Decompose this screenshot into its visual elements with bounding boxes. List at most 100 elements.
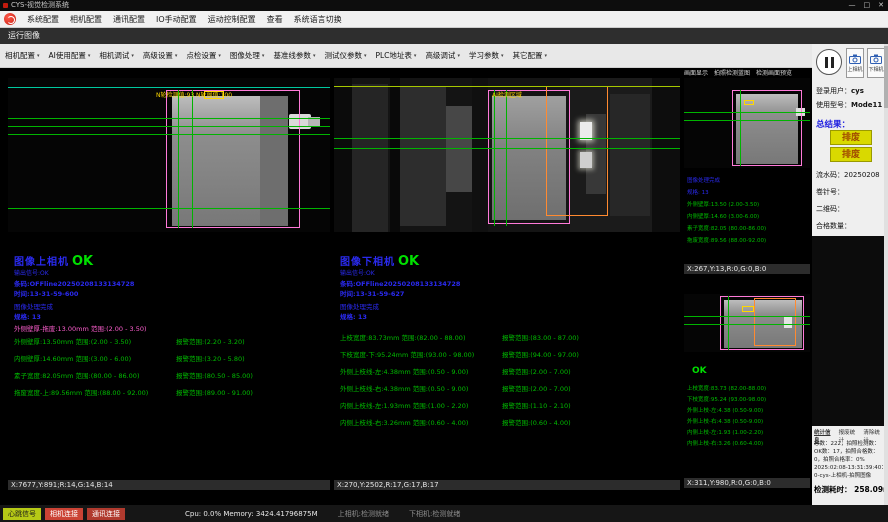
machine-structure — [652, 78, 680, 232]
toolbar-item[interactable]: 学习参数 — [469, 50, 504, 61]
result-header: 图像下相机OK — [340, 250, 419, 269]
heartbeat-badge: 心跳信号 — [3, 508, 41, 520]
machine-structure — [390, 78, 400, 232]
serial-label: 流水码： — [816, 171, 844, 179]
maximize-button[interactable]: □ — [864, 0, 871, 11]
toolbar-item[interactable]: 其它配置 — [512, 50, 547, 61]
scrollbar-thumb[interactable] — [884, 46, 888, 108]
close-button[interactable]: ✕ — [878, 0, 884, 11]
machine-structure — [610, 94, 650, 216]
result-status: OK — [398, 254, 419, 269]
mini-result-line: 内侧上枝-右:3.26 (0.60-4.00) — [687, 439, 763, 447]
upper-camera-status: 上相机:检测就绪 — [338, 509, 389, 519]
menu-item[interactable]: 系统配置 — [27, 14, 59, 25]
measurement-value: 内侧上枝线-左:1.93mm 范围:(1.00 - 2.20) — [340, 402, 468, 410]
lower-camera-status: 下相机:检测就绪 — [409, 509, 460, 519]
camera-button-label: 上相机 — [847, 66, 862, 73]
alarm-range: 报警范围:(3.20 - 5.80) — [176, 353, 245, 363]
alarm-range: 报警范围:(80.50 - 85.00) — [176, 370, 253, 380]
stat-line: OK数：17，拍照合格数： — [814, 447, 878, 455]
toolbar-item[interactable]: 基准线参数 — [273, 50, 315, 61]
pause-icon — [825, 57, 828, 68]
camera-view-lower[interactable]: AI检测区域 — [334, 78, 680, 232]
toolbar-item[interactable]: AI使用配置 — [49, 50, 91, 61]
toolbar-item[interactable]: 高级调试 — [425, 50, 460, 61]
run-image-tab[interactable]: 运行图像 — [0, 28, 888, 44]
toolbar-item[interactable]: 点检设置 — [186, 50, 221, 61]
upper-camera-button[interactable]: 上相机 — [846, 48, 864, 78]
cpu-memory-readout: Cpu: 0.0% Memory: 3424.41796875M — [185, 510, 318, 518]
view-tab[interactable]: 检测画面预览 — [756, 68, 792, 77]
qty-row: 合格数量： — [816, 221, 851, 231]
app-logo-icon — [4, 13, 16, 25]
mini-top-panel: 图像处理完成 规格: 13 外侧壁厚:13.50 (2.00-3.50) 内侧壁… — [684, 78, 810, 276]
lower-camera-panel: AI检测区域 图像下相机OK 输出信号:OK 条码:OFFline2025020… — [334, 78, 680, 490]
qty-label: 合格数量： — [816, 222, 851, 230]
measure-line — [684, 112, 810, 113]
menu-item[interactable]: 通讯配置 — [113, 14, 145, 25]
login-user-row: 登录用户：cys — [816, 86, 864, 96]
title-bar: CYS-视觉检测系统 — □ ✕ — [0, 0, 888, 11]
window-icon — [3, 3, 8, 8]
roi-rect — [732, 90, 802, 166]
ai-roi-rect — [546, 86, 608, 216]
menu-item[interactable]: 相机配置 — [70, 14, 102, 25]
result-status: OK — [72, 254, 93, 269]
measurement-value: 拖废宽度-上:89.56mm 范围:(88.00 - 92.00) — [14, 389, 148, 397]
camera-view-upper[interactable]: N轮检测值:93 N轮阈值:100 — [8, 78, 330, 232]
pause-button[interactable] — [816, 49, 842, 75]
stats-section: 统计信息 报废统计 清除统计 总数：222，拍照检测数： OK数：17，拍照合格… — [812, 426, 884, 505]
result-title: 图像下相机 — [340, 257, 395, 268]
measure-line — [8, 134, 330, 135]
needle-row: 卷针号： — [816, 187, 844, 197]
toolbar-item[interactable]: PLC地址表 — [375, 50, 416, 61]
roi-label: AI检测区域 — [492, 90, 522, 99]
camera-view-mini-top[interactable] — [684, 78, 810, 168]
view-tab[interactable]: 拍照检测蓝图 — [714, 68, 750, 77]
measurement-value: 外侧壁厚:13.50mm 范围:(2.00 - 3.50) — [14, 338, 131, 346]
toolbar-item[interactable]: 测试仪参数 — [324, 50, 366, 61]
menu-item[interactable]: IO手动配置 — [156, 14, 197, 25]
process-text: 图像处理完成 — [340, 301, 379, 311]
login-user-value: cys — [851, 87, 864, 95]
measure-line — [740, 90, 741, 166]
measurement-value: 素子宽度:82.05mm 范围:(80.00 - 86.00) — [14, 372, 139, 380]
app-window: CYS-视觉检测系统 — □ ✕ 系统配置 相机配置 通讯配置 IO手动配置 运… — [0, 0, 888, 522]
view-tab[interactable]: 画面显示 — [684, 68, 708, 77]
time-text: 时间:13-31-59-627 — [340, 288, 404, 298]
toolbar-item[interactable]: 相机调试 — [99, 50, 134, 61]
mini-result-line: 拖废宽度:89.56 (88.00-92.00) — [687, 236, 766, 244]
elapsed-time: 检测耗时： 258.09ms — [814, 484, 888, 495]
mini-result-line: 规格: 13 — [687, 188, 709, 196]
needle-label: 卷针号： — [816, 188, 844, 196]
measure-line — [684, 120, 810, 121]
mini-result-line: 外侧上枝-左:4.38 (0.50-9.00) — [687, 406, 763, 414]
menu-item[interactable]: 查看 — [267, 14, 283, 25]
alarm-range: 报警范围:(0.60 - 4.00) — [502, 417, 571, 427]
toolbar-item[interactable]: 高级设置 — [143, 50, 178, 61]
scrollbar[interactable] — [884, 44, 888, 505]
toolbar-item[interactable]: 相机配置 — [5, 50, 40, 61]
mini-result-line: 下枝宽度:95.24 (93.00-98.00) — [687, 395, 766, 403]
toolbar-item[interactable]: 图像处理 — [230, 50, 265, 61]
barcode-text: 条码:OFFline20250208133134728 — [340, 278, 460, 288]
measurement-row: 外侧壁厚:13.50mm 范围:(2.00 - 3.50) 报警范围:(2.20… — [14, 336, 330, 346]
measurement-value: 内侧壁厚:14.60mm 范围:(3.00 - 6.00) — [14, 355, 131, 363]
spec-text: 规格: 13 — [340, 311, 367, 321]
menu-item[interactable]: 系统语言切换 — [294, 14, 342, 25]
measurement-row: 上枝宽度:83.73mm 范围:(82.00 - 88.00) 报警范围:(83… — [340, 332, 656, 342]
mini-result-line: 内侧壁厚:14.60 (3.00-6.00) — [687, 212, 759, 220]
mini-result-line: 素子宽度:82.05 (80.00-86.00) — [687, 224, 766, 232]
serial-row: 流水码：20250208 — [816, 170, 880, 180]
mini-result-line: 内侧上枝-左:1.93 (1.00-2.20) — [687, 428, 763, 436]
threshold-marker — [744, 100, 754, 105]
window-title: CYS-视觉检测系统 — [11, 0, 69, 11]
machine-structure — [472, 78, 488, 232]
lower-camera-button[interactable]: 下相机 — [867, 48, 885, 78]
minimize-button[interactable]: — — [849, 0, 856, 11]
measure-line — [684, 316, 810, 317]
measurement-value: 下枝宽度-下:95.24mm 范围:(93.00 - 98.00) — [340, 351, 474, 359]
menu-item[interactable]: 运动控制配置 — [208, 14, 256, 25]
camera-view-mini-bottom[interactable] — [684, 294, 810, 352]
measurement-value: 内侧上枝线-右:3.26mm 范围:(0.60 - 4.00) — [340, 419, 468, 427]
